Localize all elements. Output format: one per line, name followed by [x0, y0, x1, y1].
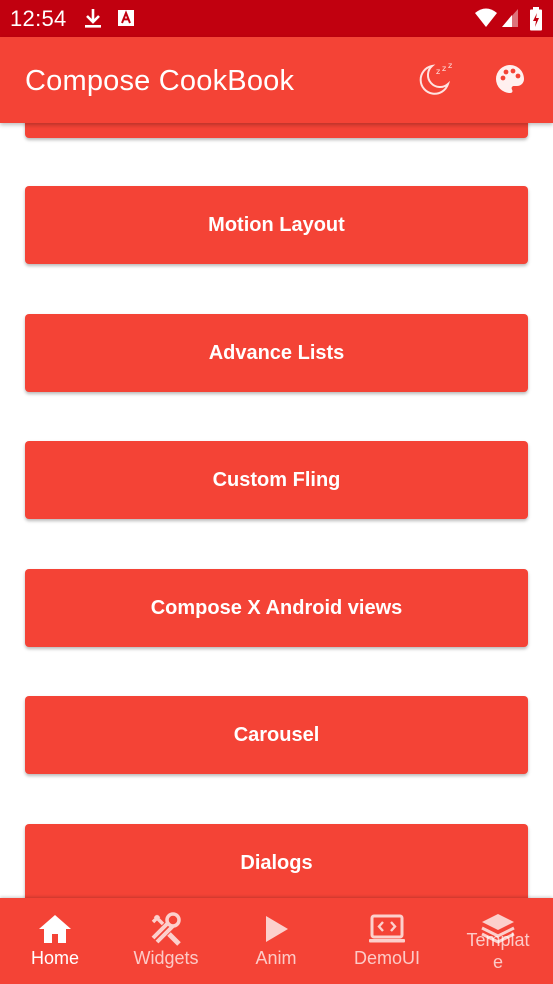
- tools-icon: [147, 912, 185, 946]
- play-icon: [257, 912, 295, 946]
- dialogs-button[interactable]: Dialogs: [25, 824, 528, 898]
- nav-label-widgets: Widgets: [133, 948, 199, 968]
- main-content: Motion Layout Advance Lists Custom Fling…: [0, 123, 553, 898]
- nav-label-home: Home: [30, 948, 79, 968]
- signal-icon: [500, 7, 522, 29]
- palette-icon: [494, 63, 526, 100]
- battery-icon: [529, 7, 543, 31]
- nav-item-template[interactable]: Template: [443, 898, 553, 984]
- sleep-moon-icon: z z z: [416, 60, 456, 103]
- svg-text:z: z: [442, 64, 446, 73]
- nav-item-demoui[interactable]: DemoUI: [332, 898, 442, 984]
- nav-label-anim: Anim: [255, 948, 297, 968]
- custom-fling-button[interactable]: Custom Fling: [25, 441, 528, 519]
- theme-toggle-button[interactable]: z z z: [414, 59, 458, 103]
- nav-label-demoui: DemoUI: [353, 948, 420, 968]
- nav-item-home[interactable]: Home: [0, 898, 110, 984]
- nav-label-template: Template: [466, 930, 530, 972]
- svg-text:z: z: [448, 61, 452, 70]
- nav-item-widgets[interactable]: Widgets: [111, 898, 221, 984]
- download-icon: [82, 7, 104, 29]
- app-title: Compose CookBook: [25, 65, 295, 97]
- home-icon: [36, 912, 74, 946]
- nav-item-anim[interactable]: Anim: [221, 898, 331, 984]
- app-screen: 12:54 Compose CookBook z z z Motion Layo…: [0, 0, 553, 984]
- list-item-button[interactable]: [25, 123, 528, 138]
- status-time: 12:54: [10, 6, 67, 31]
- wifi-icon: [474, 7, 498, 29]
- code-monitor-icon: [368, 912, 406, 946]
- a-badge-icon: [116, 7, 138, 29]
- compose-x-android-views-button[interactable]: Compose X Android views: [25, 569, 528, 647]
- bottom-navigation: Home Widgets Anim DemoUI Template: [0, 898, 553, 984]
- top-app-bar: Compose CookBook z z z: [0, 37, 553, 123]
- status-bar: 12:54: [0, 0, 553, 37]
- palette-button[interactable]: [488, 59, 532, 103]
- carousel-button[interactable]: Carousel: [25, 696, 528, 774]
- motion-layout-button[interactable]: Motion Layout: [25, 186, 528, 264]
- svg-text:z: z: [436, 67, 440, 76]
- advance-lists-button[interactable]: Advance Lists: [25, 314, 528, 392]
